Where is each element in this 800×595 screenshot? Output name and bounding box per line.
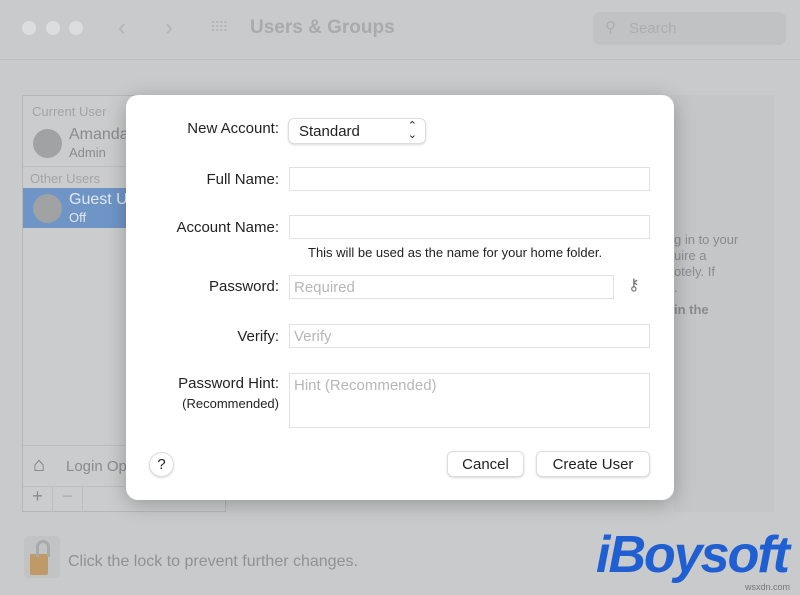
pane-text: uire a [674, 248, 707, 263]
iboysoft-logo: iBoysoft [596, 526, 790, 584]
password-label: Password: [208, 278, 279, 295]
user-details-pane: g in to your uire a otely. If . in the [674, 95, 774, 512]
house-icon: ⌂ [33, 454, 46, 476]
titlebar: ‹ › ⠿⠿ Users & Groups ⚲ Search [0, 0, 800, 60]
pane-text: g in to your [674, 232, 739, 247]
search-icon: ⚲ [605, 19, 616, 36]
account-name-label: Account Name: [176, 219, 279, 236]
account-name-field[interactable] [289, 215, 650, 239]
avatar [33, 129, 62, 158]
minimize-button[interactable] [46, 21, 60, 35]
verify-field[interactable]: Verify [289, 324, 650, 348]
pane-bold-text: in the [674, 302, 709, 317]
account-name-hint: This will be used as the name for your h… [308, 245, 603, 260]
pane-text: . [674, 280, 678, 295]
password-field[interactable]: Required [289, 275, 614, 299]
create-user-button[interactable]: Create User [536, 451, 650, 477]
add-user-button[interactable]: + [23, 486, 53, 512]
search-placeholder: Search [629, 20, 677, 37]
account-type-select[interactable]: Standard ⌃ ⌄ [288, 118, 426, 144]
back-icon[interactable]: ‹ [118, 14, 126, 42]
cancel-button[interactable]: Cancel [447, 451, 524, 477]
remove-user-button[interactable]: − [53, 486, 83, 512]
password-hint-label: Password Hint: [178, 375, 279, 392]
new-account-label: New Account: [187, 120, 279, 137]
account-type-value: Standard [299, 123, 360, 140]
key-icon[interactable]: ⚷ [628, 275, 640, 295]
full-name-label: Full Name: [206, 171, 279, 188]
new-account-dialog: New Account: Standard ⌃ ⌄ Full Name: Accou… [126, 95, 674, 500]
window-title: Users & Groups [250, 17, 395, 38]
search-input[interactable]: ⚲ Search [593, 12, 786, 45]
grid-icon[interactable]: ⠿⠿ [210, 19, 228, 36]
lock-icon[interactable] [24, 536, 60, 578]
forward-icon[interactable]: › [165, 14, 173, 42]
current-user-header: Current User [32, 104, 107, 119]
verify-label: Verify: [237, 328, 279, 345]
chevron-updown-icon: ⌃ ⌄ [407, 120, 417, 141]
user-role: Admin [69, 145, 106, 160]
close-button[interactable] [22, 21, 36, 35]
avatar [33, 194, 62, 223]
pane-text: otely. If [674, 264, 715, 279]
lock-text: Click the lock to prevent further change… [68, 553, 358, 570]
help-button[interactable]: ? [149, 452, 174, 477]
password-hint-sublabel: (Recommended) [182, 396, 279, 411]
password-hint-field[interactable]: Hint (Recommended) [289, 373, 650, 428]
watermark-site: wsxdn.com [745, 582, 791, 592]
zoom-button[interactable] [69, 21, 83, 35]
login-options-button[interactable]: Login Op [66, 458, 127, 475]
full-name-field[interactable] [289, 167, 650, 191]
user-name: Guest U [69, 191, 128, 208]
